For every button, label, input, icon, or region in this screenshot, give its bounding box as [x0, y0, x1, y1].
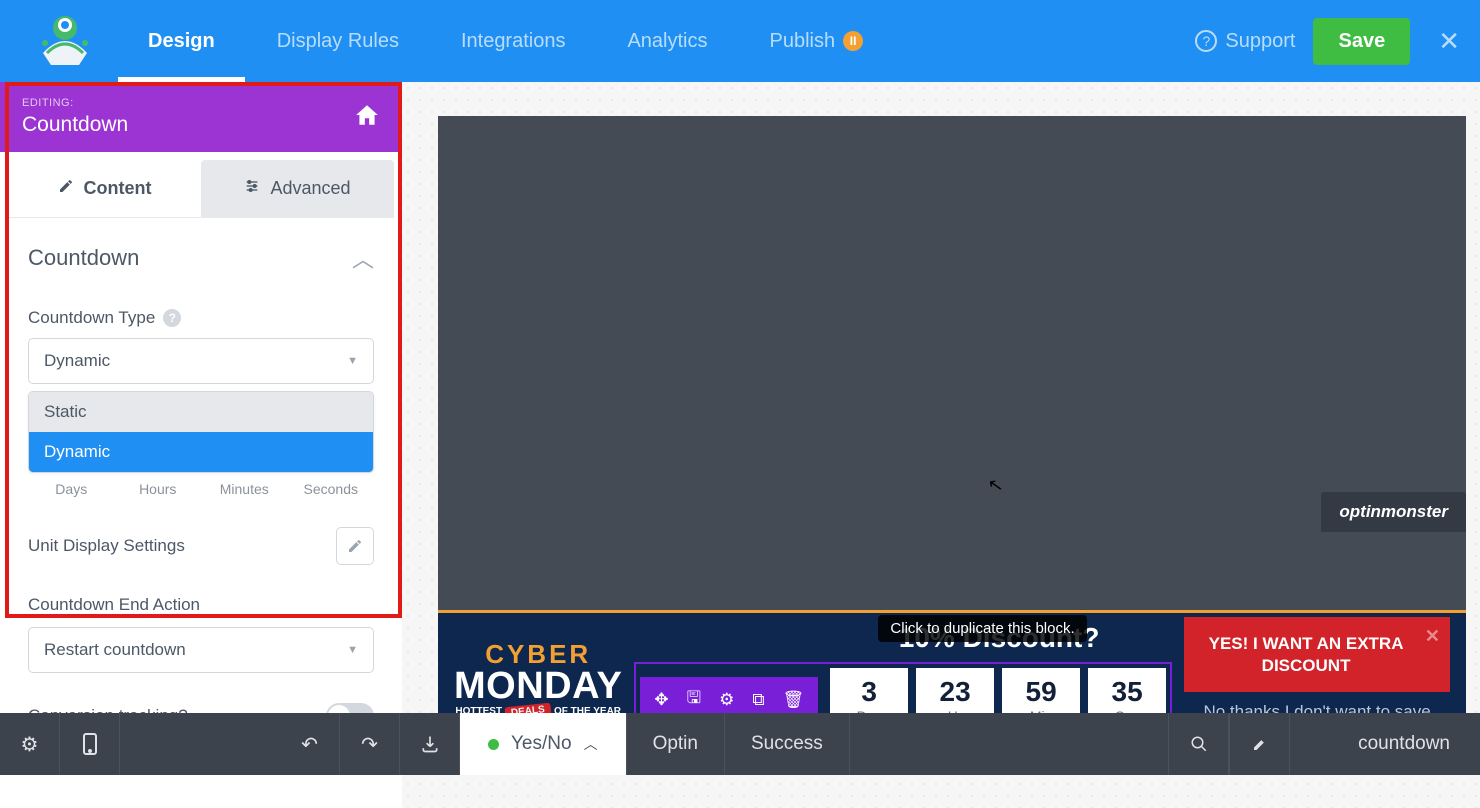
tab-publish[interactable]: PublishII [740, 0, 894, 82]
end-action-select[interactable]: Restart countdown ▼ [28, 627, 374, 673]
bottom-bar: ⚙ ↶ ↷ Yes/No ︿ Optin Success [0, 713, 1480, 775]
download-icon[interactable] [400, 713, 460, 775]
unit-seconds: Seconds [288, 481, 375, 497]
countdown-type-select[interactable]: Dynamic ▼ [28, 338, 374, 384]
cyber-monday-logo: CYBER MONDAY HOTTESTDEALSOF THE YEAR [454, 641, 622, 719]
help-circle-icon: ? [1195, 30, 1217, 52]
unit-days: Days [28, 481, 115, 497]
tab-design[interactable]: Design [118, 0, 245, 82]
cta-button[interactable]: YES! I WANT AN EXTRA DISCOUNT✕ [1184, 617, 1450, 692]
save-block-icon[interactable]: 🖫 [687, 685, 701, 714]
tab-integrations[interactable]: Integrations [431, 0, 596, 82]
optinmonster-brand: optinmonster [1321, 492, 1466, 532]
canvas-area[interactable]: optinmonster ↖ CYBER MONDAY HOTTESTDEALS… [402, 82, 1480, 808]
sliders-icon [244, 178, 260, 199]
countdown-type-dropdown: Static Dynamic [28, 391, 374, 473]
gear-icon[interactable]: ⚙ [719, 690, 734, 710]
duplicate-icon[interactable]: ⧉ [752, 690, 764, 710]
unit-hours: Hours [115, 481, 202, 497]
close-icon[interactable]: ✕ [1425, 625, 1440, 648]
units-row: Days Hours Minutes Seconds [28, 481, 374, 497]
unit-display-label: Unit Display Settings [28, 536, 185, 556]
dropdown-option-dynamic[interactable]: Dynamic [29, 432, 373, 472]
subtab-content[interactable]: Content [8, 160, 201, 217]
view-yesno[interactable]: Yes/No ︿ [460, 713, 627, 775]
subtab-advanced[interactable]: Advanced [201, 160, 394, 217]
mobile-preview-icon[interactable] [60, 713, 120, 775]
caret-down-icon: ▼ [347, 355, 358, 367]
end-action-label: Countdown End Action [28, 595, 374, 615]
gear-icon[interactable]: ⚙ [0, 713, 60, 775]
nav-tabs: Design Display Rules Integrations Analyt… [118, 0, 893, 82]
search-input[interactable] [1290, 733, 1480, 755]
editing-name: Countdown [22, 113, 128, 137]
unit-minutes: Minutes [201, 481, 288, 497]
move-icon[interactable]: ✥ [654, 690, 668, 710]
tab-display-rules[interactable]: Display Rules [247, 0, 429, 82]
subtabs: Content Advanced [8, 160, 394, 218]
dropdown-option-static[interactable]: Static [29, 392, 373, 432]
trash-icon[interactable]: 🗑 [783, 690, 805, 710]
sidebar: EDITING: Countdown Content Advanced Coun… [0, 82, 402, 808]
unit-display-edit-button[interactable] [336, 527, 374, 565]
support-link[interactable]: ? Support [1195, 30, 1295, 53]
duplicate-tooltip: Click to duplicate this block. [878, 615, 1086, 642]
editing-label: EDITING: [22, 97, 128, 109]
editing-header: EDITING: Countdown [0, 82, 402, 152]
home-icon[interactable] [354, 102, 380, 133]
chevron-up-icon[interactable]: ︿ [352, 242, 374, 274]
countdown-type-label: Countdown Type [28, 308, 155, 328]
chevron-up-icon: ︿ [584, 734, 598, 754]
caret-down-icon: ▼ [347, 644, 358, 656]
pencil-icon [58, 178, 74, 199]
undo-icon[interactable]: ↶ [280, 713, 340, 775]
close-icon[interactable]: ✕ [1438, 26, 1460, 57]
view-success[interactable]: Success [725, 713, 850, 775]
redo-icon[interactable]: ↷ [340, 713, 400, 775]
app-logo [22, 10, 108, 72]
tab-analytics[interactable]: Analytics [597, 0, 737, 82]
view-optin[interactable]: Optin [627, 713, 725, 775]
publish-badge-icon: II [843, 31, 863, 51]
status-dot-icon [488, 739, 499, 750]
search-icon[interactable] [1169, 713, 1229, 775]
help-icon[interactable]: ? [163, 309, 181, 327]
edit-icon[interactable] [1230, 713, 1290, 775]
section-title: Countdown [28, 245, 139, 271]
save-button[interactable]: Save [1313, 18, 1410, 65]
